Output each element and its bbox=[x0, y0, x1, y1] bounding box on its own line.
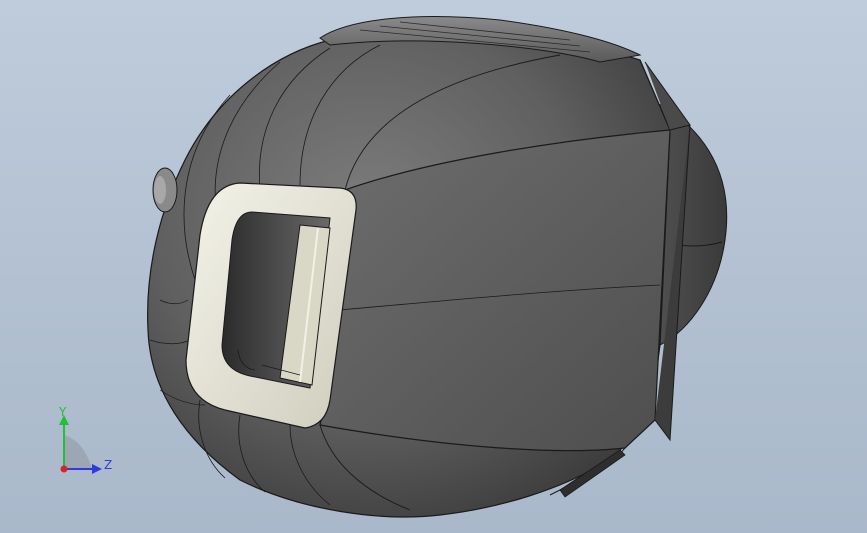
coordinate-triad: Y Z bbox=[58, 405, 112, 474]
y-axis-label: Y bbox=[58, 405, 67, 419]
3d-model-view[interactable] bbox=[0, 0, 867, 533]
z-axis-arrow bbox=[92, 464, 102, 474]
graphics-viewport[interactable]: Y Z bbox=[0, 0, 867, 533]
z-axis-label: Z bbox=[104, 458, 112, 472]
origin-marker bbox=[60, 465, 68, 473]
triad-plane bbox=[64, 435, 92, 469]
